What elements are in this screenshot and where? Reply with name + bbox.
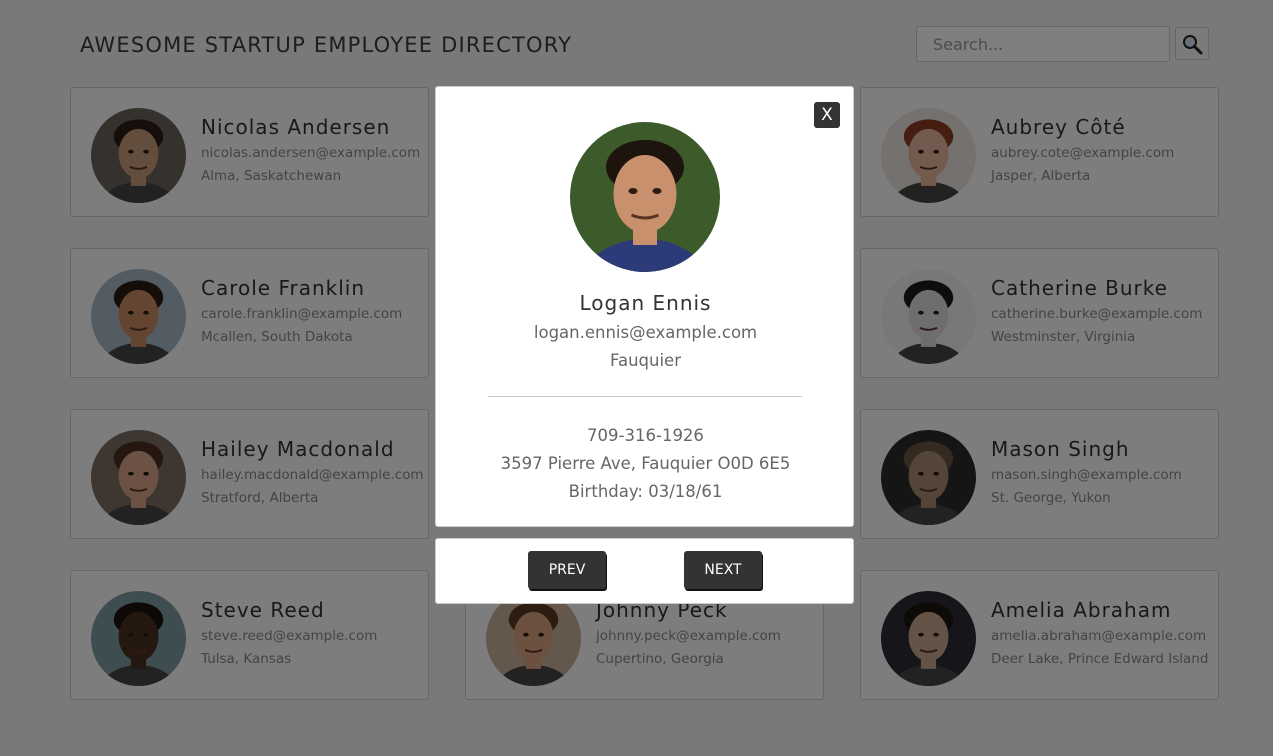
prev-button[interactable]: PREV <box>528 551 606 589</box>
employee-modal: X Logan Ennis logan.ennis@example.com Fa… <box>435 86 854 527</box>
modal-avatar <box>570 122 720 272</box>
modal-phone: 709-316-1926 <box>587 426 704 445</box>
modal-divider <box>488 396 802 397</box>
modal-nav-bar: PREV NEXT <box>435 538 854 604</box>
profile-photo <box>570 122 720 272</box>
modal-city: Fauquier <box>610 351 681 370</box>
modal-name: Logan Ennis <box>579 291 712 315</box>
modal-email: logan.ennis@example.com <box>533 323 758 342</box>
modal-birthday: Birthday: 03/18/61 <box>568 482 723 501</box>
modal-address: 3597 Pierre Ave, Fauquier O0D 6E5 <box>500 454 791 473</box>
next-button[interactable]: NEXT <box>684 551 762 589</box>
close-modal-button[interactable]: X <box>814 102 840 128</box>
